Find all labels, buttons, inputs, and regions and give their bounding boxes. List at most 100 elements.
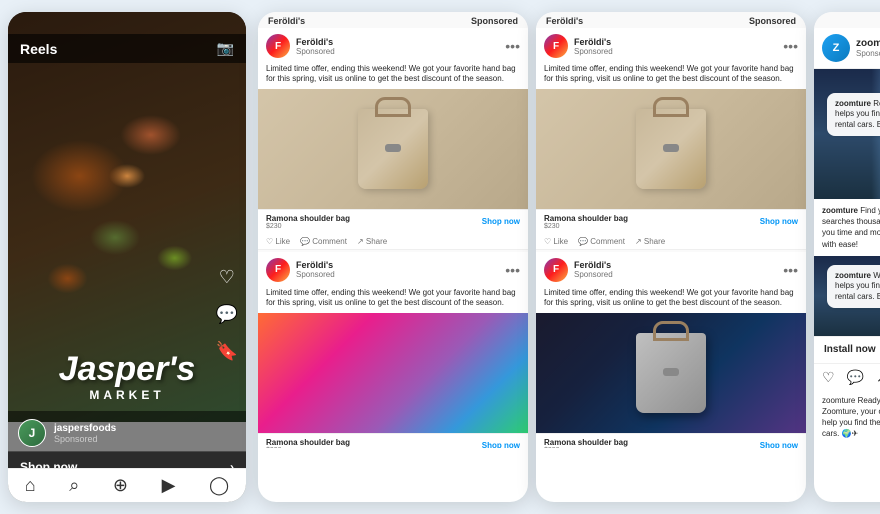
comment-react-icon[interactable]: 💬	[847, 369, 864, 386]
ad-second-image: zoomture Where will you go first? 🌍 Zoom…	[814, 256, 880, 336]
nav-reels-icon[interactable]: ▶	[162, 475, 176, 496]
chat-bubble-1: zoomture Ready for your next adventure? …	[827, 93, 880, 136]
post-1-product: Ramona shoulder bag $230	[266, 214, 350, 230]
bag-image-4	[636, 333, 706, 413]
phone-3-feed: Feröldi's Sponsored F Feröldi's Sponsore…	[536, 12, 806, 502]
camera-icon[interactable]: 📷	[217, 40, 234, 57]
heart-icon[interactable]: ♡	[216, 267, 238, 288]
post-4-bottom: Ramona shoulder bag $230 Shop now	[536, 433, 806, 448]
like-action-1[interactable]: ♡ Like	[266, 237, 290, 246]
time-2: Feröldi's	[268, 16, 305, 26]
side-action-icons: ♡ 💬 🔖	[216, 267, 238, 362]
text1-brand: zoomture	[822, 206, 858, 215]
post-2-header: F Feröldi's Sponsored •••	[258, 252, 528, 288]
post-4-meta: Feröldi's Sponsored	[574, 260, 777, 279]
post-2-avatar: F	[266, 258, 290, 282]
heart-react-icon[interactable]: ♡	[822, 369, 835, 386]
shop-now-btn-3[interactable]: Shop now	[760, 217, 798, 226]
comment-icon[interactable]: 💬	[216, 304, 238, 325]
ad-sponsored: Sponsored	[856, 49, 880, 58]
ad-avatar: Z	[822, 34, 850, 62]
reels-title: Reels	[20, 41, 57, 57]
status-bar-4: ▲ ■	[814, 12, 880, 28]
post-4-menu[interactable]: •••	[783, 262, 798, 278]
sponsored-label: Sponsored	[54, 434, 116, 444]
bag-image-3	[636, 109, 706, 189]
account-info: J jaspersfoods Sponsored	[8, 411, 246, 451]
like-action-3[interactable]: ♡ Like	[544, 237, 568, 246]
reels-header: Reels 📷	[8, 34, 246, 63]
bag-image-1	[358, 109, 428, 189]
phone-4-ad: ▲ ■ Z zoomture Sponsored ••• zoomture Re…	[814, 12, 880, 502]
post-1-menu[interactable]: •••	[505, 38, 520, 54]
feed-scroll-2[interactable]: F Feröldi's Sponsored ••• Limited time o…	[258, 28, 528, 448]
nav-profile-icon[interactable]: ◯	[209, 475, 229, 496]
ad-account-name: zoomture	[856, 38, 880, 49]
comment-action-1[interactable]: 💬 Comment	[300, 237, 347, 246]
post-1-desc: Limited time offer, ending this weekend!…	[258, 64, 528, 89]
account-name: jaspersfoods	[54, 423, 116, 434]
shop-now-btn-2[interactable]: Shop now	[482, 441, 520, 448]
nav-search-icon[interactable]: ⌕	[69, 475, 79, 496]
post-2-menu[interactable]: •••	[505, 262, 520, 278]
sponsored-3: Sponsored	[749, 16, 796, 26]
install-bar[interactable]: Install now ›	[814, 336, 880, 364]
avatar: J	[18, 419, 46, 447]
paper-plane-icon[interactable]: ↗	[876, 369, 880, 386]
bottom-text: zoomture Ready for your next adventure? …	[814, 391, 880, 446]
shop-now-btn-4[interactable]: Shop now	[760, 441, 798, 448]
feed-post-4: F Feröldi's Sponsored ••• Limited time o…	[536, 252, 806, 448]
post-3-sponsored: Sponsored	[574, 47, 777, 56]
post-3-avatar: F	[544, 34, 568, 58]
phone-2-feed: Feröldi's Sponsored F Feröldi's Sponsore…	[258, 12, 528, 502]
post-1-image	[258, 89, 528, 209]
bottom-brand: zoomture	[822, 396, 855, 405]
phone-1-reels: 9:41 ●●● ▲ ▮ Reels 📷 Jasper's MARKET ♡ 💬…	[8, 12, 246, 502]
post-2-product: Ramona shoulder bag $230	[266, 438, 350, 448]
post-4-desc: Limited time offer, ending this weekend!…	[536, 288, 806, 313]
ad-hero-image: zoomture Ready for your next adventure? …	[814, 69, 880, 199]
overlay-chat: zoomture Ready for your next adventure? …	[819, 89, 880, 140]
sponsored-2: Sponsored	[471, 16, 518, 26]
nav-bar: ⌂ ⌕ ⊕ ▶ ◯	[8, 468, 246, 502]
nav-home-icon[interactable]: ⌂	[25, 475, 36, 496]
post-4-product: Ramona shoulder bag $230	[544, 438, 628, 448]
post-1-bottom: Ramona shoulder bag $230 Shop now	[258, 209, 528, 234]
feed-post-3: F Feröldi's Sponsored ••• Limited time o…	[536, 28, 806, 250]
feed-post-1: F Feröldi's Sponsored ••• Limited time o…	[258, 28, 528, 250]
account-details: jaspersfoods Sponsored	[54, 423, 116, 444]
chat-bubble-2-container: zoomture Where will you go first? 🌍 Zoom…	[819, 261, 880, 312]
post-2-desc: Limited time offer, ending this weekend!…	[258, 288, 528, 313]
post-4-image	[536, 313, 806, 433]
post-3-menu[interactable]: •••	[783, 38, 798, 54]
bookmark-side-icon[interactable]: 🔖	[216, 341, 238, 362]
post-3-header: F Feröldi's Sponsored •••	[536, 28, 806, 64]
post-4-sponsored: Sponsored	[574, 270, 777, 279]
post-1-avatar: F	[266, 34, 290, 58]
post-4-header: F Feröldi's Sponsored •••	[536, 252, 806, 288]
shop-now-btn-1[interactable]: Shop now	[482, 217, 520, 226]
time-3: Feröldi's	[546, 16, 583, 26]
install-label: Install now	[824, 344, 876, 355]
chat-bubble-2: zoomture Where will you go first? 🌍 Zoom…	[827, 265, 880, 308]
share-action-1[interactable]: ↗ Share	[357, 237, 387, 246]
status-bar-3: Feröldi's Sponsored	[536, 12, 806, 28]
post-2-bottom: Ramona shoulder bag $230 Shop now	[258, 433, 528, 448]
post-3-desc: Limited time offer, ending this weekend!…	[536, 64, 806, 89]
share-action-3[interactable]: ↗ Share	[635, 237, 665, 246]
bubble1-brand: zoomture	[835, 99, 871, 108]
post-2-name: Feröldi's	[296, 260, 499, 270]
post-4-avatar: F	[544, 258, 568, 282]
nav-add-icon[interactable]: ⊕	[113, 475, 128, 496]
comment-action-3[interactable]: 💬 Comment	[578, 237, 625, 246]
bubble2-brand: zoomture	[835, 271, 871, 280]
brand-overlay: Jasper's MARKET	[37, 352, 217, 402]
brand-name: Jasper's	[37, 352, 217, 386]
post-3-product: Ramona shoulder bag $230	[544, 214, 628, 230]
feed-scroll-3[interactable]: F Feröldi's Sponsored ••• Limited time o…	[536, 28, 806, 448]
ad-account-info: zoomture Sponsored	[856, 38, 880, 58]
ad-post-header: Z zoomture Sponsored •••	[814, 28, 880, 69]
post-3-image	[536, 89, 806, 209]
post-1-sponsored: Sponsored	[296, 47, 499, 56]
post-1-name: Feröldi's	[296, 37, 499, 47]
